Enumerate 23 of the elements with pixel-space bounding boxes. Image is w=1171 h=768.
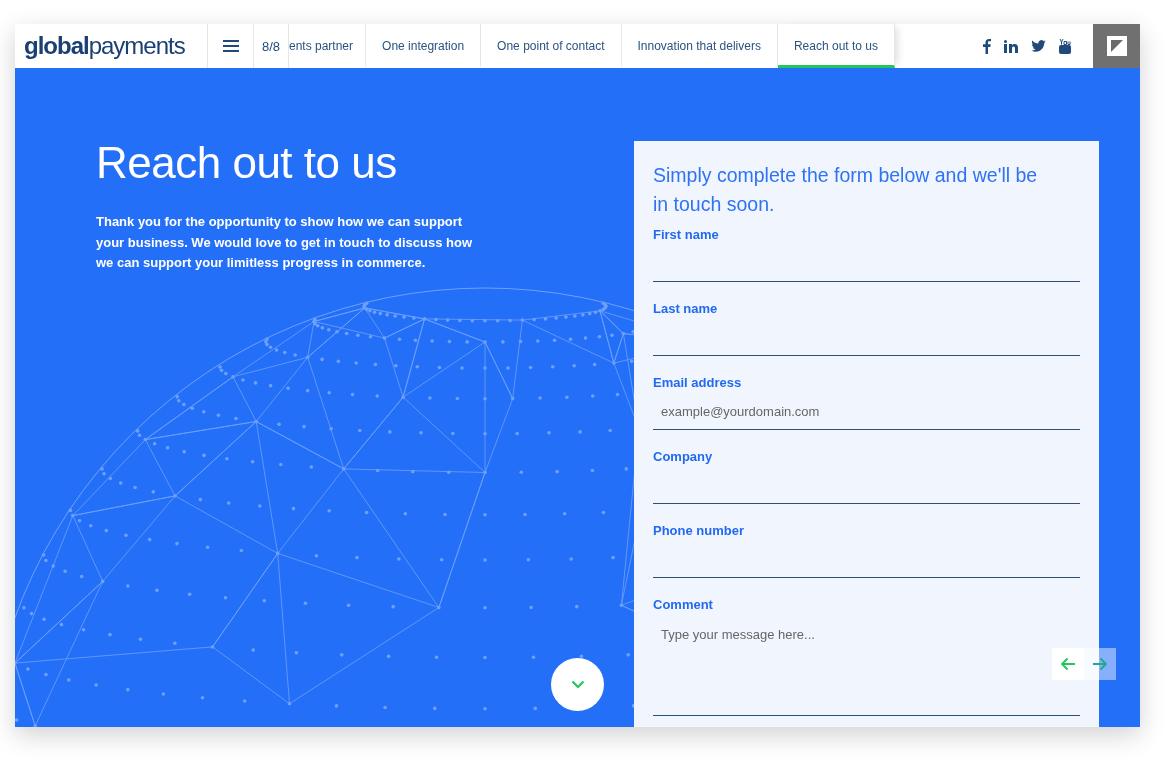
arrow-left-icon [1060, 657, 1076, 671]
form-intro: Simply complete the form below and we'll be in touch soon. [653, 163, 1039, 217]
input-field[interactable]: example@yourdomain.com [653, 393, 1080, 430]
chevron-down-icon [570, 680, 585, 689]
nav-tab[interactable]: ents partner [289, 24, 367, 68]
corner-button[interactable] [1093, 24, 1140, 68]
arrow-right-icon [1092, 657, 1108, 671]
field-label: Comment [653, 597, 714, 614]
nav-tab[interactable]: Reach out to us [777, 24, 895, 68]
next-button[interactable] [1084, 648, 1116, 680]
youtube-icon[interactable] [1059, 38, 1071, 54]
page-title: Reach out to us [96, 138, 398, 188]
field-label: Phone number [653, 523, 745, 540]
intro-text: Thank you for the opportunity to show how we can support your business. We would love to get in touch to discuss how we can support your limitless progress in commerce. [96, 213, 474, 272]
field-label: Last name [653, 301, 719, 318]
linkedin-icon[interactable] [1004, 39, 1018, 53]
facebook-icon[interactable] [983, 38, 991, 54]
field-label: First name [653, 227, 720, 244]
scroll-down-button[interactable] [551, 658, 604, 711]
field-label: Company [653, 449, 714, 466]
triangle-square-icon [1106, 36, 1127, 56]
field-label: Email address [653, 375, 743, 392]
twitter-icon[interactable] [1031, 40, 1046, 52]
